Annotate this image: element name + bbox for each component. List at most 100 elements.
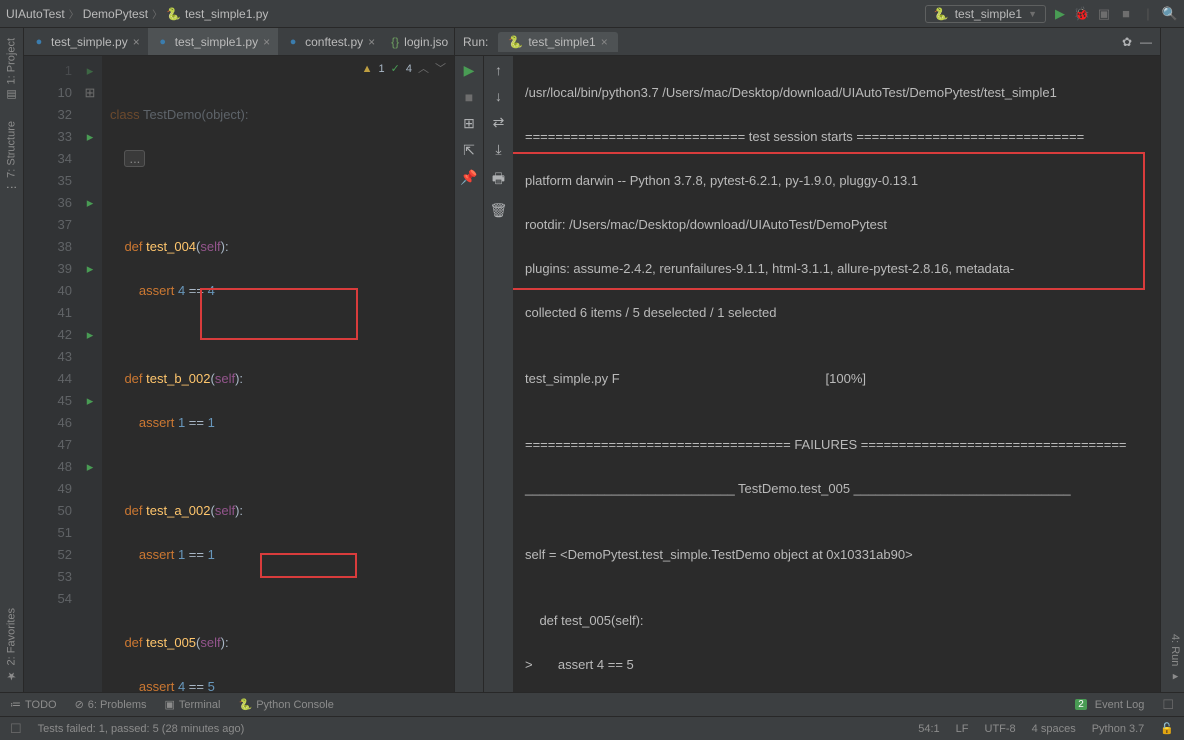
line-no: 47 <box>24 434 72 456</box>
editor-body[interactable]: 1 10 32 33 34 35 36 37 38 39 40 41 42 43… <box>24 56 454 692</box>
tab-login-jso[interactable]: {}login.jso <box>383 28 454 55</box>
run-test-icon[interactable]: ▸ <box>78 390 102 412</box>
line-no: 39 <box>24 258 72 280</box>
pin-icon[interactable]: 📌 <box>460 169 477 186</box>
fn-name: test_005 <box>146 635 196 650</box>
console-output[interactable]: /usr/local/bin/python3.7 /Users/mac/Desk… <box>513 56 1160 692</box>
run-test-icon[interactable]: ▸ <box>78 258 102 280</box>
hide-icon[interactable]: ☐ <box>1162 697 1174 713</box>
line-no: 36 <box>24 192 72 214</box>
run-icon[interactable]: ▶ <box>1052 6 1068 22</box>
close-icon[interactable]: × <box>133 35 140 49</box>
run-class-icon[interactable]: ▸ <box>78 60 102 82</box>
num: 1 <box>208 547 215 562</box>
wrap-icon[interactable]: ⇄ <box>493 114 505 131</box>
line-no: 44 <box>24 368 72 390</box>
print-icon[interactable]: 🖶 <box>492 168 505 192</box>
search-icon[interactable]: 🔍 <box>1162 6 1178 22</box>
tab-test-simple1[interactable]: test_simple1.py× <box>148 28 278 55</box>
run-header: Run: 🐍 test_simple1 × ✿ — <box>455 28 1160 56</box>
run-config-select[interactable]: 🐍 test_simple1 ▼ <box>925 5 1046 23</box>
line-no: 41 <box>24 302 72 324</box>
num: 5 <box>208 679 215 692</box>
star-icon: ★ <box>5 669 18 682</box>
down-icon[interactable]: ↓ <box>495 88 502 104</box>
run-test-icon[interactable]: ▸ <box>78 456 102 478</box>
bc-file[interactable]: test_simple1.py <box>185 7 268 21</box>
warning-icon: ⊘ <box>75 698 84 711</box>
stop-icon[interactable]: ■ <box>1118 6 1134 22</box>
chevron-down-icon: ▼ <box>1028 9 1037 19</box>
fn-name: test_b_002 <box>146 371 210 386</box>
minimize-icon[interactable]: — <box>1140 35 1152 49</box>
console-line: _____________________________ TestDemo.t… <box>525 478 1160 500</box>
indent[interactable]: 4 spaces <box>1032 723 1076 735</box>
run-test-icon[interactable]: ▸ <box>78 126 102 148</box>
right-tool-stripe: 4: Run ▸ <box>1160 28 1184 692</box>
main-content: ▤ 1: Project ⋮ 7: Structure ★ 2: Favorit… <box>0 28 1184 692</box>
sidebar-favorites-tab[interactable]: ★ 2: Favorites <box>0 598 23 692</box>
code-area[interactable]: ▲1 ✓4 ︿ ﹀ class TestDemo(object): ... de… <box>102 56 454 692</box>
scroll-icon[interactable]: ⤓ <box>495 141 501 158</box>
run-exec-tab[interactable]: 🐍 test_simple1 × <box>498 32 617 52</box>
console-line: /usr/local/bin/python3.7 /Users/mac/Desk… <box>525 82 1160 104</box>
kw: assert <box>139 679 174 692</box>
tab-conftest[interactable]: conftest.py× <box>278 28 383 55</box>
chevron-right-icon: 〉 <box>152 6 162 21</box>
layout-icon[interactable]: ⊞ <box>463 115 475 132</box>
encoding[interactable]: UTF-8 <box>985 723 1016 735</box>
check-icon: ✓ <box>391 58 400 80</box>
trash-icon[interactable]: 🗑 <box>490 202 508 219</box>
tab-label: test_simple.py <box>51 35 128 49</box>
left-tool-stripe: ▤ 1: Project ⋮ 7: Structure ★ 2: Favorit… <box>0 28 24 692</box>
label: TODO <box>25 699 57 711</box>
bc-folder[interactable]: DemoPytest <box>83 7 148 21</box>
status-icon[interactable]: ☐ <box>10 721 22 737</box>
inspection-widget[interactable]: ▲1 ✓4 ︿ ﹀ <box>362 58 446 80</box>
tab-test-simple[interactable]: test_simple.py × <box>24 28 148 55</box>
fn-name: test_004 <box>146 239 196 254</box>
debug-icon[interactable]: 🐞 <box>1074 6 1090 22</box>
run-test-icon[interactable]: ▸ <box>78 324 102 346</box>
tool-todo[interactable]: ≔TODO <box>10 698 57 711</box>
tool-python-console[interactable]: 🐍Python Console <box>238 698 333 711</box>
close-icon[interactable]: × <box>368 35 375 49</box>
close-icon[interactable]: × <box>263 35 270 49</box>
cursor-pos[interactable]: 54:1 <box>918 723 939 735</box>
sidebar-run-tab[interactable]: 4: Run ▸ <box>1161 624 1184 692</box>
export-icon[interactable]: ⇱ <box>463 142 475 159</box>
console-line: def test_005(self): <box>525 610 1160 632</box>
cls: TestDemo(object): <box>140 107 249 122</box>
console-line: platform darwin -- Python 3.7.8, pytest-… <box>525 170 1160 192</box>
chevron-up-icon[interactable]: ︿ <box>418 58 429 80</box>
run-test-icon[interactable]: ▸ <box>78 192 102 214</box>
tool-event-log[interactable]: 2Event Log <box>1075 699 1144 711</box>
rerun-icon[interactable]: ▶ <box>464 62 475 79</box>
line-no: 43 <box>24 346 72 368</box>
tab-label: login.jso <box>404 35 448 49</box>
gear-icon[interactable]: ✿ <box>1122 35 1132 49</box>
folded-region[interactable]: ... <box>124 150 145 167</box>
stop-icon[interactable]: ■ <box>465 89 473 105</box>
sidebar-project-tab[interactable]: ▤ 1: Project <box>0 28 23 111</box>
lock-icon[interactable]: 🔓 <box>1160 722 1174 735</box>
tool-terminal[interactable]: ▣Terminal <box>165 698 221 711</box>
chevron-down-icon[interactable]: ﹀ <box>435 58 446 80</box>
fold-icon[interactable]: ⊞ <box>78 82 102 104</box>
interpreter[interactable]: Python 3.7 <box>1092 723 1145 735</box>
event-count-badge: 2 <box>1075 699 1087 710</box>
tool-problems[interactable]: ⊘ 6: Problems <box>75 698 147 711</box>
close-icon[interactable]: × <box>601 35 608 49</box>
label: 6: Problems <box>88 699 147 711</box>
editor-tabs: test_simple.py × test_simple1.py× conftes… <box>24 28 454 56</box>
bc-project[interactable]: UIAutoTest <box>6 7 65 21</box>
run-pane: Run: 🐍 test_simple1 × ✿ — ▶ ■ ⊞ ⇱ 📌 ↑ ↓ <box>454 28 1160 692</box>
line-ending[interactable]: LF <box>956 723 969 735</box>
up-icon[interactable]: ↑ <box>495 62 502 78</box>
op: == <box>185 283 207 298</box>
coverage-icon[interactable]: ▣ <box>1096 6 1112 22</box>
op: == <box>185 679 207 692</box>
num: 1 <box>208 415 215 430</box>
sidebar-structure-tab[interactable]: ⋮ 7: Structure <box>0 111 23 203</box>
breadcrumb: UIAutoTest 〉 DemoPytest 〉 🐍 test_simple1… <box>6 6 268 21</box>
